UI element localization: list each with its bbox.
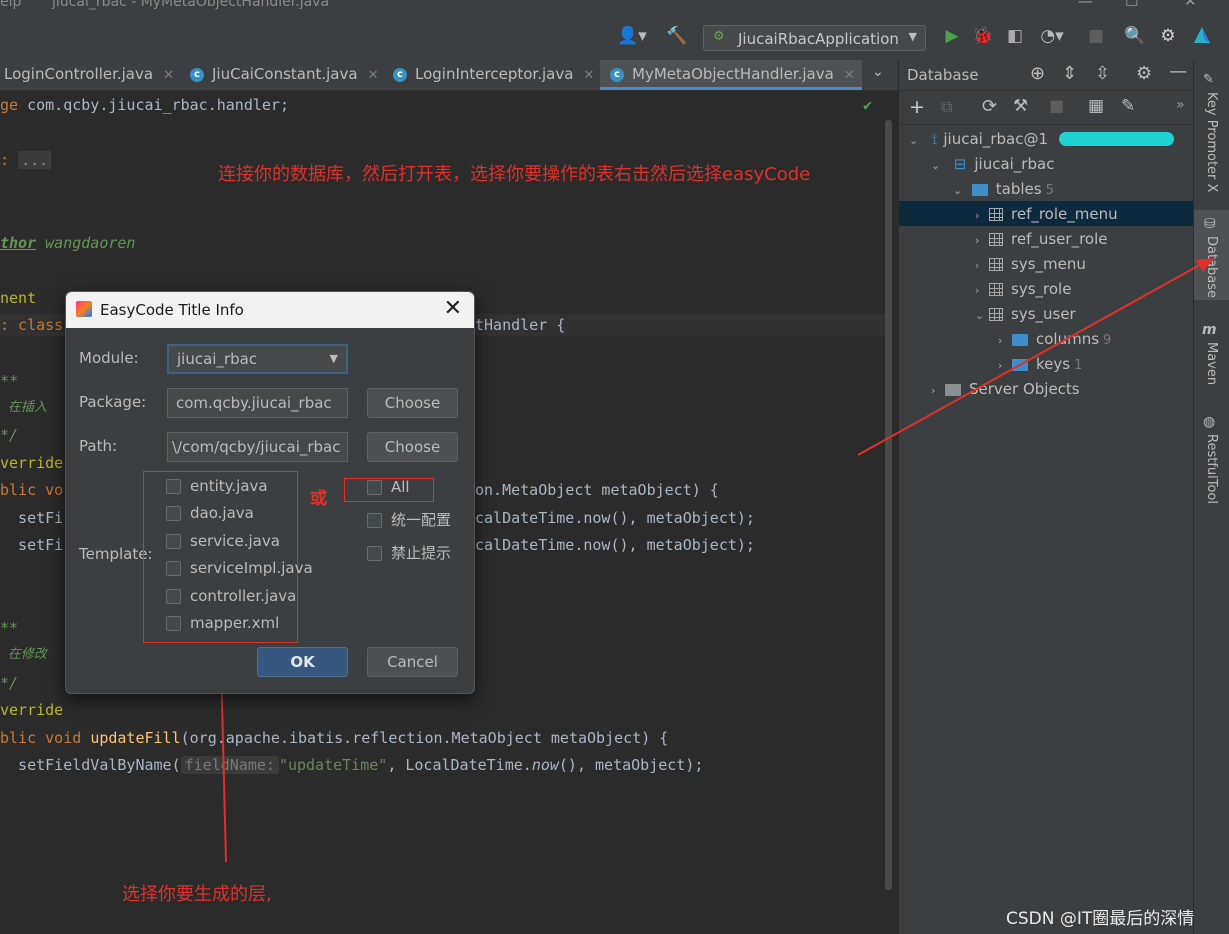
ok-button[interactable]: OK [257,647,348,677]
close-icon[interactable]: ✕ [444,296,462,321]
path-label: Path: [79,437,118,455]
module-label: Module: [79,349,139,367]
package-input[interactable]: com.qcby.jiucai_rbac [167,388,348,418]
checkbox-box[interactable] [166,506,181,521]
disable-tip-checkbox[interactable]: 禁止提示 [367,543,451,565]
dialog-title-bar: EasyCode Title Info ✕ [66,292,474,328]
checkbox-box[interactable] [166,534,181,549]
path-input[interactable]: \/com/qcby/jiucai_rbac [167,432,348,462]
checkbox-label: serviceImpl.java [190,559,313,577]
checkbox-label: dao.java [190,504,254,522]
checkbox-box[interactable] [367,480,382,495]
template-entity-checkbox[interactable]: entity.java [166,476,268,498]
cancel-button[interactable]: Cancel [367,647,458,677]
all-checkbox[interactable]: All [367,477,410,499]
unify-config-checkbox[interactable]: 统一配置 [367,510,451,532]
checkbox-label: controller.java [190,587,297,605]
easycode-dialog: EasyCode Title Info ✕ Module: jiucai_rba… [65,291,475,694]
package-choose-button[interactable]: Choose [367,388,458,418]
template-service-checkbox[interactable]: service.java [166,531,280,553]
chevron-down-icon: ▼ [329,352,338,365]
checkbox-box[interactable] [166,616,181,631]
template-dao-checkbox[interactable]: dao.java [166,503,254,525]
template-service-impl-checkbox[interactable]: serviceImpl.java [166,558,313,580]
csdn-watermark: CSDN @IT圈最后的深情 [1006,909,1195,929]
path-choose-button[interactable]: Choose [367,432,458,462]
checkbox-label: All [391,478,410,496]
package-value: com.qcby.jiucai_rbac [176,394,332,412]
path-value: \/com/qcby/jiucai_rbac [172,438,341,456]
module-select[interactable]: jiucai_rbac ▼ [167,344,348,374]
checkbox-box[interactable] [166,589,181,604]
intellij-logo-icon [76,301,92,317]
template-label: Template: [79,545,153,563]
checkbox-box[interactable] [367,546,382,561]
checkbox-box[interactable] [367,513,382,528]
checkbox-label: 禁止提示 [391,544,452,562]
module-value: jiucai_rbac [177,350,258,368]
dialog-title: EasyCode Title Info [100,301,244,319]
or-annotation: 或 [310,489,327,509]
checkbox-label: 统一配置 [391,511,452,529]
checkbox-box[interactable] [166,479,181,494]
checkbox-label: entity.java [190,477,268,495]
checkbox-label: service.java [190,532,280,550]
arrow-to-database-tab [857,261,1206,456]
checkbox-box[interactable] [166,561,181,576]
package-label: Package: [79,393,147,411]
template-controller-checkbox[interactable]: controller.java [166,586,296,608]
bottom-instruction-annotation: 选择你要生成的层, [122,884,272,905]
checkbox-label: mapper.xml [190,614,280,632]
template-mapper-checkbox[interactable]: mapper.xml [166,613,279,635]
